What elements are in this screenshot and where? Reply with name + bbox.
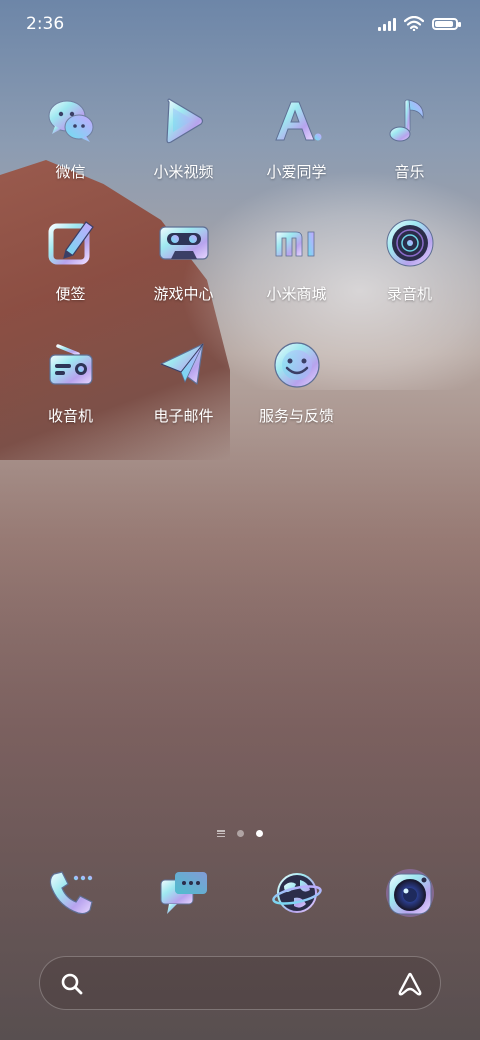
app-label: 微信 [55,163,86,181]
page-indicator[interactable] [0,830,480,837]
message-icon [156,865,212,921]
radio-icon [43,337,99,393]
voice-assistant-icon[interactable] [396,970,424,998]
app-label: 电子邮件 [153,407,214,425]
phone-icon [43,865,99,921]
search-bar[interactable] [39,956,441,1010]
letter-a-icon [269,93,325,149]
app-email[interactable]: 电子邮件 [127,337,240,426]
status-icons [378,16,461,31]
globe-icon [269,865,325,921]
app-game-center[interactable]: 游戏中心 [127,215,240,304]
play-icon [156,93,212,149]
app-label: 收音机 [47,407,93,425]
signal-icon [378,17,396,31]
dock-browser[interactable] [240,865,353,921]
search-icon[interactable] [60,972,84,996]
recorder-disc-icon [382,215,438,271]
chat-bubbles-icon [43,93,99,149]
dock [14,865,466,921]
app-wechat[interactable]: 微信 [14,93,127,182]
battery-icon [432,17,461,30]
app-label: 小爱同学 [266,163,327,181]
page-dot-active[interactable] [256,830,263,837]
app-service-feedback[interactable]: 服务与反馈 [240,337,353,426]
dock-messages[interactable] [127,865,240,921]
app-music[interactable]: 音乐 [353,93,466,182]
app-grid: 微信 小米视频 小爱同学 音乐 便签 游戏中心 小米商城 录音机 收音机 电子邮… [14,93,466,426]
dock-phone[interactable] [14,865,127,921]
paper-plane-icon [156,337,212,393]
mi-logo-icon [269,215,325,271]
smiley-icon [269,337,325,393]
music-note-icon [382,93,438,149]
app-label: 便签 [55,285,86,303]
app-label: 录音机 [386,285,432,303]
app-label: 音乐 [394,163,425,181]
app-recorder[interactable]: 录音机 [353,215,466,304]
app-list-icon[interactable] [217,830,225,837]
wallpaper-haze [0,420,480,1040]
app-label: 小米商城 [266,285,327,303]
app-mi-store[interactable]: 小米商城 [240,215,353,304]
cassette-icon [156,215,212,271]
dock-camera[interactable] [353,865,466,921]
page-dot[interactable] [237,830,244,837]
status-time: 2:36 [26,14,65,34]
app-radio[interactable]: 收音机 [14,337,127,426]
app-label: 游戏中心 [153,285,214,303]
wifi-icon [404,16,424,31]
app-label: 服务与反馈 [258,407,334,425]
app-label: 小米视频 [153,163,214,181]
app-notes[interactable]: 便签 [14,215,127,304]
camera-icon [382,865,438,921]
notepad-pen-icon [43,215,99,271]
app-mi-video[interactable]: 小米视频 [127,93,240,182]
status-bar: 2:36 [0,0,480,50]
app-xiaoai[interactable]: 小爱同学 [240,93,353,182]
